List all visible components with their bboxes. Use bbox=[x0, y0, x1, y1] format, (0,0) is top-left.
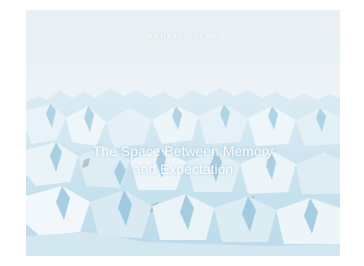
author-name: RENATE ELLER bbox=[147, 34, 219, 41]
book-title-line-2: and Expectation bbox=[132, 161, 234, 177]
page: RENATE ELLER The Space Between Memory an… bbox=[0, 0, 364, 266]
book-title: The Space Between Memory and Expectation bbox=[66, 142, 300, 178]
book-cover: RENATE ELLER The Space Between Memory an… bbox=[26, 10, 340, 256]
glacier-photo bbox=[26, 10, 340, 256]
book-title-line-1: The Space Between Memory bbox=[92, 143, 274, 159]
